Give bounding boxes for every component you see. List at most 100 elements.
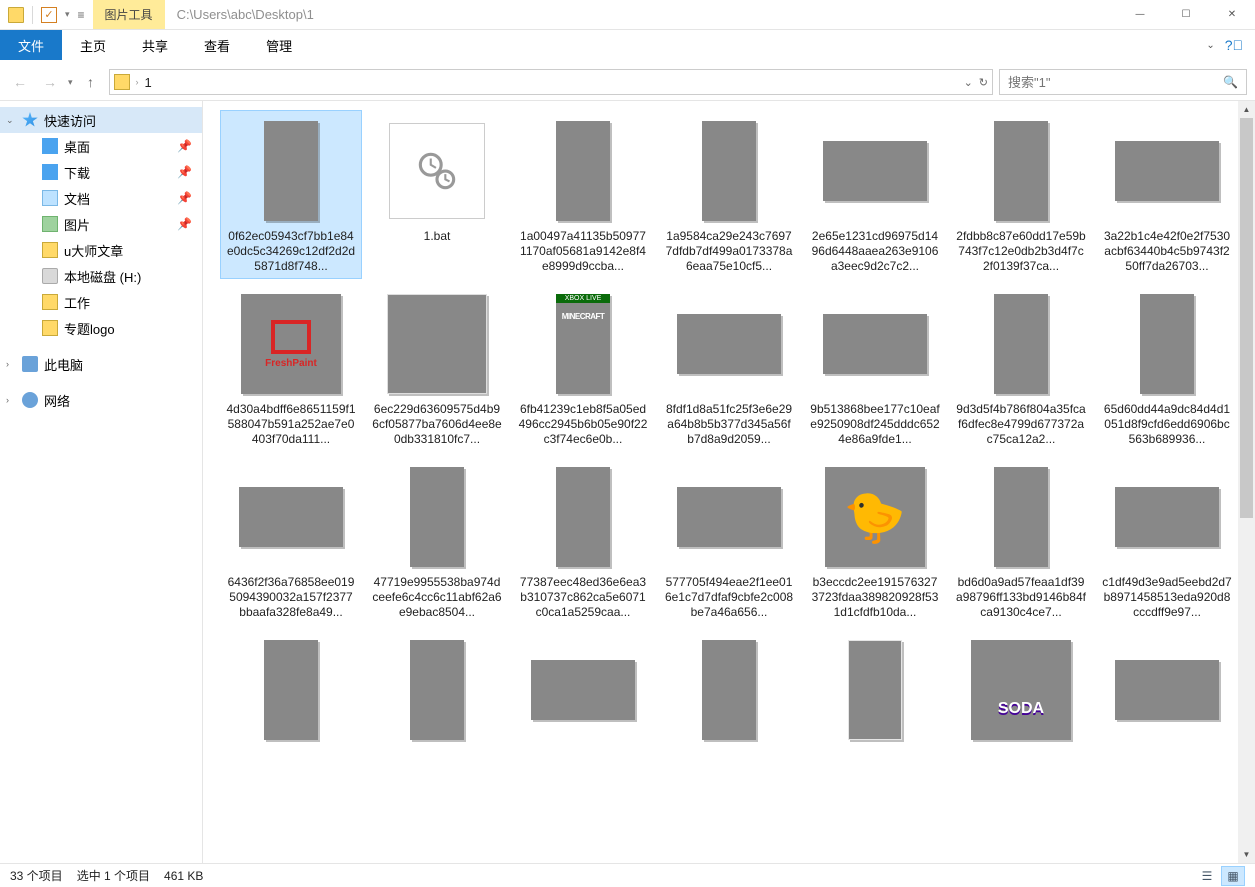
file-item[interactable] [221, 630, 361, 752]
tree-this-pc[interactable]: ›此电脑 [0, 351, 202, 377]
file-thumbnail [377, 288, 497, 400]
file-item[interactable]: 1a9584ca29e243c76977dfdb7df499a0173378a6… [659, 111, 799, 278]
file-item[interactable]: 65d60dd44a9dc84d4d1051d8f9cfd6edd6906bc5… [1097, 284, 1237, 451]
qat-customize-icon[interactable]: ≡ [78, 8, 85, 22]
batch-file-icon [389, 123, 485, 219]
file-item[interactable] [1097, 630, 1237, 752]
file-thumbnail [1107, 461, 1227, 573]
file-thumbnail [523, 634, 643, 746]
history-dropdown-icon[interactable]: ▾ [68, 77, 73, 88]
back-button[interactable]: ← [8, 70, 32, 94]
file-name: 1.bat [372, 229, 502, 244]
file-item[interactable]: 6ec229d63609575d4b96cf05877ba7606d4ee8e0… [367, 284, 507, 451]
search-icon[interactable]: 🔍 [1223, 75, 1238, 89]
file-item[interactable]: bd6d0a9ad57feaa1df39a98796ff133bd9146b84… [951, 457, 1091, 624]
file-item[interactable]: 0f62ec05943cf7bb1e84e0dc5c34269c12df2d2d… [221, 111, 361, 278]
file-item[interactable] [805, 630, 945, 752]
file-thumbnail [1107, 288, 1227, 400]
tree-pictures[interactable]: 图片📌 [20, 211, 202, 237]
tab-file[interactable]: 文件 [0, 30, 62, 60]
expand-icon[interactable]: › [6, 395, 9, 405]
tree-quick-access[interactable]: ⌄ 快速访问 [0, 107, 202, 133]
minimize-button[interactable]: — [1117, 0, 1163, 29]
scroll-thumb[interactable] [1240, 118, 1253, 518]
breadcrumb-current[interactable]: 1 [145, 75, 152, 90]
help-icon[interactable]: ?⃝ [1225, 37, 1243, 53]
maximize-button[interactable]: ☐ [1163, 0, 1209, 29]
file-item[interactable]: FreshPaint4d30a4bdff6e8651159f1588047b59… [221, 284, 361, 451]
file-name: 8fdf1d8a51fc25f3e6e29a64b8b5b377d345a56f… [664, 402, 794, 447]
pin-icon: 📌 [177, 139, 192, 153]
qat-properties-icon[interactable]: ✓ [41, 7, 57, 23]
file-item[interactable]: 9b513868bee177c10eafe9250908df245dddc652… [805, 284, 945, 451]
scroll-up-icon[interactable]: ▲ [1238, 101, 1255, 118]
scroll-down-icon[interactable]: ▼ [1238, 846, 1255, 863]
tree-network[interactable]: › 网络 [0, 387, 202, 413]
tree-desktop[interactable]: 桌面📌 [20, 133, 202, 159]
downloads-icon [42, 164, 58, 180]
file-item[interactable] [951, 630, 1091, 752]
image-thumbnail [556, 121, 610, 221]
file-name: 6fb41239c1eb8f5a05ed496cc2945b6b05e90f22… [518, 402, 648, 447]
file-name: 0f62ec05943cf7bb1e84e0dc5c34269c12df2d2d… [226, 229, 356, 274]
file-thumbnail [961, 634, 1081, 746]
file-item[interactable]: 77387eec48ed36e6ea3b310737c862ca5e6071c0… [513, 457, 653, 624]
expand-icon[interactable]: ⌄ [6, 115, 14, 126]
file-item[interactable]: c1df49d3e9ad5eebd2d7b8971458513eda920d8c… [1097, 457, 1237, 624]
file-item[interactable]: 47719e9955538ba974dceefe6c4cc6c11abf62a6… [367, 457, 507, 624]
file-item[interactable]: b3eccdc2ee1915763273723fdaa389820928f531… [805, 457, 945, 624]
qat-dropdown-icon[interactable]: ▾ [65, 9, 70, 20]
tab-manage[interactable]: 管理 [248, 30, 310, 60]
file-thumbnail [669, 461, 789, 573]
image-thumbnail [1115, 487, 1219, 547]
tab-share[interactable]: 共享 [124, 30, 186, 60]
view-details-button[interactable]: ☰ [1195, 866, 1219, 886]
view-large-icons-button[interactable]: ▦ [1221, 866, 1245, 886]
address-bar[interactable]: › 1 ⌄ ↻ [109, 69, 993, 95]
file-item[interactable]: 2e65e1231cd96975d1496d6448aaea263e9106a3… [805, 111, 945, 278]
file-item[interactable]: 1.bat [367, 111, 507, 278]
file-item[interactable]: 6436f2f36a76858ee0195094390032a157f2377b… [221, 457, 361, 624]
tree-label: 网络 [44, 391, 70, 410]
image-thumbnail [848, 640, 902, 740]
chevron-right-icon[interactable]: › [136, 77, 139, 87]
folder-icon [42, 242, 58, 258]
scroll-track[interactable] [1238, 118, 1255, 846]
file-item[interactable] [367, 630, 507, 752]
file-item[interactable]: 577705f494eae2f1ee016e1c7d7dfaf9cbfe2c00… [659, 457, 799, 624]
up-button[interactable]: ↑ [79, 70, 103, 94]
tree-work[interactable]: 工作 [20, 289, 202, 315]
items-grid[interactable]: 0f62ec05943cf7bb1e84e0dc5c34269c12df2d2d… [203, 101, 1255, 863]
contextual-tab-picture-tools: 图片工具 [93, 0, 165, 29]
file-item[interactable]: 9d3d5f4b786f804a35fcaf6dfec8e4799d677372… [951, 284, 1091, 451]
expand-icon[interactable]: › [6, 359, 9, 369]
tree-documents[interactable]: 文档📌 [20, 185, 202, 211]
tree-downloads[interactable]: 下载📌 [20, 159, 202, 185]
ribbon-expand-icon[interactable]: ⌄ [1206, 40, 1214, 51]
image-thumbnail [823, 314, 927, 374]
tree-logo[interactable]: 专题logo [20, 315, 202, 341]
file-thumbnail [1107, 115, 1227, 227]
image-thumbnail [556, 467, 610, 567]
file-item[interactable] [659, 630, 799, 752]
file-item[interactable]: 2fdbb8c87e60dd17e59b743f7c12e0db2b3d4f7c… [951, 111, 1091, 278]
file-item[interactable]: 6fb41239c1eb8f5a05ed496cc2945b6b05e90f22… [513, 284, 653, 451]
file-item[interactable]: 1a00497a41135b509771170af05681a9142e8f4e… [513, 111, 653, 278]
tree-udashi[interactable]: u大师文章 [20, 237, 202, 263]
search-box[interactable]: 🔍 [999, 69, 1247, 95]
search-input[interactable] [1008, 75, 1217, 90]
file-item[interactable]: 8fdf1d8a51fc25f3e6e29a64b8b5b377d345a56f… [659, 284, 799, 451]
file-name: 2fdbb8c87e60dd17e59b743f7c12e0db2b3d4f7c… [956, 229, 1086, 274]
tab-home[interactable]: 主页 [62, 30, 124, 60]
vertical-scrollbar[interactable]: ▲ ▼ [1238, 101, 1255, 863]
image-thumbnail [677, 487, 781, 547]
close-button[interactable]: ✕ [1209, 0, 1255, 29]
address-dropdown-icon[interactable]: ⌄ [964, 76, 973, 89]
tab-view[interactable]: 查看 [186, 30, 248, 60]
image-thumbnail [1115, 141, 1219, 201]
file-item[interactable] [513, 630, 653, 752]
refresh-icon[interactable]: ↻ [979, 76, 988, 89]
file-item[interactable]: 3a22b1c4e42f0e2f7530acbf63440b4c5b9743f2… [1097, 111, 1237, 278]
image-thumbnail [239, 487, 343, 547]
tree-drive-h[interactable]: 本地磁盘 (H:) [20, 263, 202, 289]
